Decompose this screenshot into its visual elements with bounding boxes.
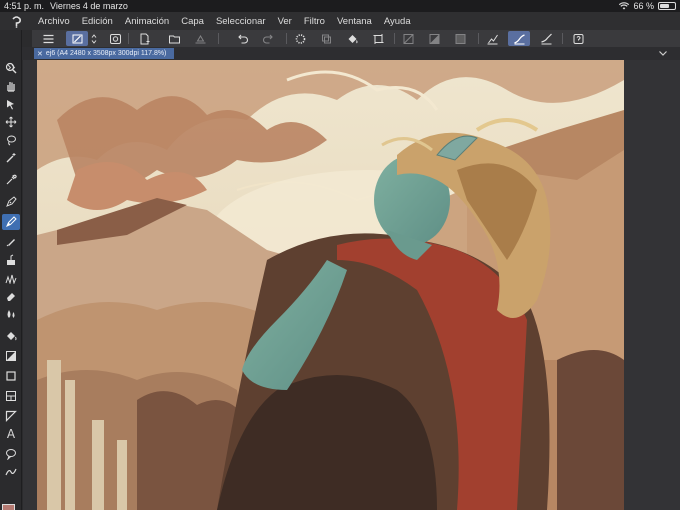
- menu-ver[interactable]: Ver: [272, 16, 298, 27]
- menu-bar: Archivo Edición Animación Capa Seleccion…: [0, 12, 680, 30]
- help-icon[interactable]: [570, 31, 587, 46]
- transform-tool-button[interactable]: [66, 31, 88, 46]
- decoration-tool-icon[interactable]: [2, 252, 20, 268]
- text-tool-label: A: [6, 427, 16, 441]
- move-tool-icon[interactable]: [2, 114, 20, 130]
- gradient-tool-icon[interactable]: [2, 348, 20, 364]
- snapshot-icon[interactable]: [107, 31, 124, 46]
- menu-ventana[interactable]: Ventana: [331, 16, 378, 27]
- new-file-icon[interactable]: [136, 31, 153, 46]
- clear-selection-icon[interactable]: [400, 31, 417, 46]
- lasso-tool-icon[interactable]: [2, 132, 20, 148]
- battery-percent: 66 %: [633, 1, 654, 11]
- battery-icon: [658, 2, 676, 10]
- tone-icon[interactable]: [452, 31, 469, 46]
- fill-tool-icon[interactable]: [2, 328, 20, 344]
- pen-tool-icon[interactable]: [2, 194, 20, 210]
- hamburger-menu-icon[interactable]: [40, 31, 57, 46]
- save-icon[interactable]: [192, 31, 209, 46]
- chevron-down-icon[interactable]: [658, 48, 668, 58]
- ruler-check-icon[interactable]: [484, 31, 501, 46]
- frame-tool-icon[interactable]: [2, 388, 20, 404]
- open-folder-icon[interactable]: [166, 31, 183, 46]
- redo-icon[interactable]: [260, 31, 277, 46]
- airbrush-icon[interactable]: [2, 234, 20, 250]
- ruler-tool-icon[interactable]: [2, 408, 20, 424]
- status-bar: 4:51 p. m. Viernes 4 de marzo 66 %: [0, 0, 680, 12]
- app-logo-icon[interactable]: [0, 12, 32, 30]
- stepper-icon[interactable]: [89, 31, 99, 46]
- fill-bucket-icon[interactable]: [344, 31, 361, 46]
- command-bar: [32, 30, 680, 47]
- operation-tool-icon[interactable]: [2, 96, 20, 112]
- crop-icon[interactable]: [370, 31, 387, 46]
- layer-icon[interactable]: [318, 31, 335, 46]
- stroke-tool-button[interactable]: [508, 31, 530, 46]
- menu-filtro[interactable]: Filtro: [298, 16, 331, 27]
- blend-tool-icon[interactable]: [2, 306, 20, 322]
- hand-tool-icon[interactable]: [2, 78, 20, 94]
- status-date: Viernes 4 de marzo: [50, 1, 128, 11]
- text-tool-icon[interactable]: A: [2, 426, 20, 442]
- figure-tool-icon[interactable]: [2, 368, 20, 384]
- brush-tool-icon[interactable]: [2, 214, 20, 230]
- document-tab-label: ej6 (A4 2480 x 3508px 300dpi 117.8%): [45, 50, 167, 57]
- eyedropper-icon[interactable]: [2, 172, 20, 188]
- foreground-color-swatch[interactable]: [2, 504, 15, 510]
- color-swatches[interactable]: [1, 500, 21, 510]
- illustration: [37, 60, 624, 510]
- loading-icon[interactable]: [292, 31, 309, 46]
- zoom-tool-icon[interactable]: [2, 60, 20, 76]
- magic-wand-icon[interactable]: [2, 150, 20, 166]
- eraser-tool-icon[interactable]: [2, 288, 20, 304]
- wifi-icon: [619, 2, 630, 10]
- correction-line-icon[interactable]: [2, 464, 20, 480]
- gradient-icon[interactable]: [426, 31, 443, 46]
- menu-ayuda[interactable]: Ayuda: [378, 16, 417, 27]
- pattern-tool-icon[interactable]: [2, 270, 20, 286]
- document-tab[interactable]: ✕ ej6 (A4 2480 x 3508px 300dpi 117.8%): [34, 48, 174, 59]
- status-right: 66 %: [619, 1, 676, 11]
- menu-edicion[interactable]: Edición: [76, 16, 119, 27]
- vector-stroke-icon[interactable]: [538, 31, 555, 46]
- menu-seleccionar[interactable]: Seleccionar: [210, 16, 272, 27]
- status-time: 4:51 p. m.: [4, 1, 45, 11]
- drawing-canvas[interactable]: [37, 60, 624, 510]
- tool-palette: A: [0, 30, 22, 510]
- menu-archivo[interactable]: Archivo: [32, 16, 76, 27]
- close-tab-icon[interactable]: ✕: [37, 50, 43, 58]
- balloon-tool-icon[interactable]: [2, 446, 20, 462]
- menu-animacion[interactable]: Animación: [119, 16, 175, 27]
- menu-capa[interactable]: Capa: [175, 16, 210, 27]
- undo-icon[interactable]: [234, 31, 251, 46]
